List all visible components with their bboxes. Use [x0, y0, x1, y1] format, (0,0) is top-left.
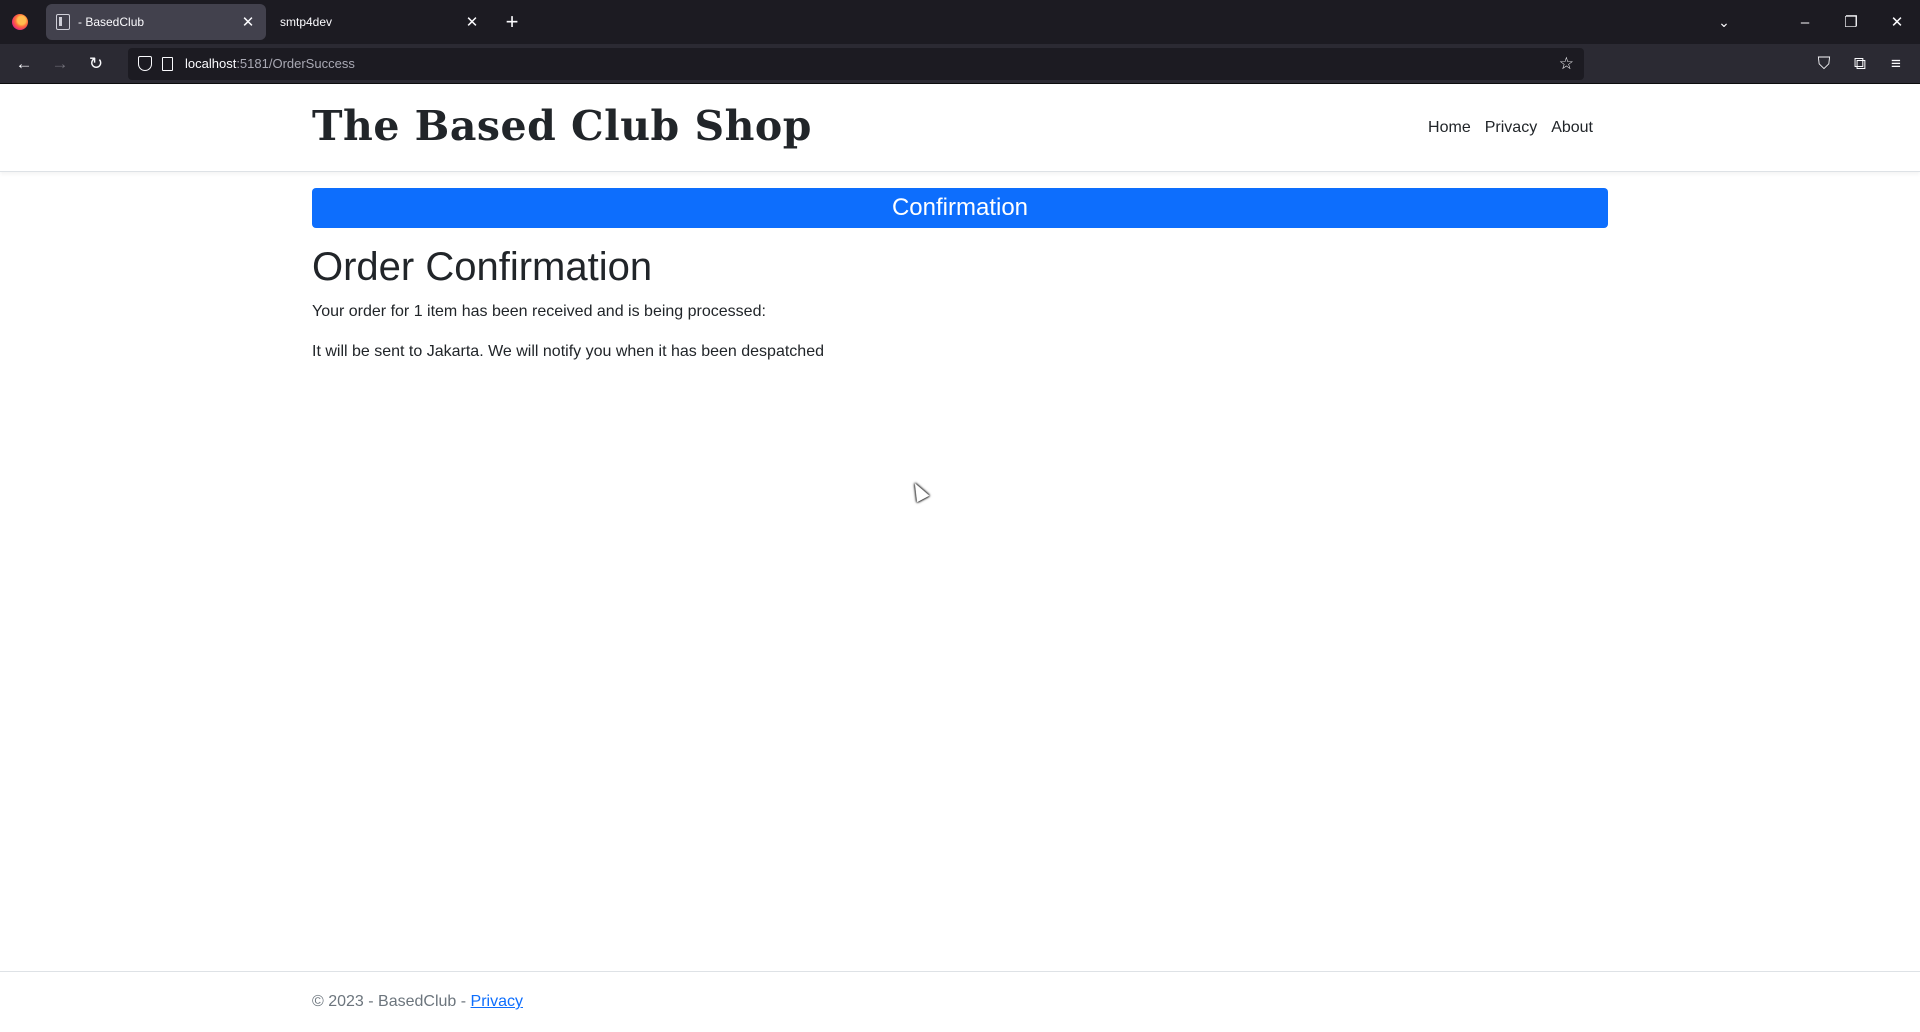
footer-copyright: © 2023 - BasedClub - — [312, 993, 471, 1010]
pocket-icon[interactable]: ⛉ — [1806, 48, 1842, 80]
toolbar-right: ⛉ ⧉ ≡ — [1806, 48, 1914, 80]
tab-basedclub[interactable]: - BasedClub ✕ — [46, 4, 266, 40]
browser-nav-bar: ← → ↻ localhost:5181/OrderSuccess ☆ ⛉ ⧉ … — [0, 44, 1920, 84]
site-header: The Based Club Shop Home Privacy About — [0, 85, 1920, 172]
page-content: The Based Club Shop Home Privacy About C… — [0, 85, 1920, 1032]
extensions-icon[interactable]: ⧉ — [1842, 48, 1878, 80]
bookmark-star-icon[interactable]: ☆ — [1559, 54, 1574, 74]
site-footer: © 2023 - BasedClub - Privacy — [0, 971, 1920, 1032]
tab-smtp4dev[interactable]: smtp4dev ✕ — [270, 4, 490, 40]
footer-text-wrap: © 2023 - BasedClub - Privacy — [312, 993, 523, 1011]
page-info-icon[interactable] — [162, 56, 173, 71]
page-favicon-icon — [56, 14, 70, 30]
nav-home-link[interactable]: Home — [1421, 119, 1478, 137]
tab-close-icon[interactable]: ✕ — [240, 13, 256, 31]
site-brand[interactable]: The Based Club Shop — [312, 102, 812, 150]
forward-icon[interactable]: → — [42, 48, 78, 80]
nav-about-link[interactable]: About — [1544, 119, 1600, 137]
page-title: Order Confirmation — [312, 245, 653, 289]
url-host: localhost — [185, 56, 237, 71]
restore-icon[interactable]: ❐ — [1828, 13, 1874, 31]
tracking-protection-icon[interactable] — [138, 56, 152, 71]
url-bar[interactable]: localhost:5181/OrderSuccess ☆ — [128, 47, 1584, 80]
footer-privacy-link[interactable]: Privacy — [471, 993, 523, 1010]
firefox-icon[interactable] — [0, 0, 40, 44]
tab-title: smtp4dev — [280, 15, 333, 29]
tab-close-icon[interactable]: ✕ — [464, 13, 480, 31]
site-nav: Home Privacy About — [1421, 119, 1600, 137]
browser-tab-bar: - BasedClub ✕ smtp4dev ✕ + ⌄ – ❐ ✕ — [0, 0, 1920, 44]
shipping-info-text: It will be sent to Jakarta. We will noti… — [312, 343, 824, 360]
list-all-tabs-icon[interactable]: ⌄ — [1704, 14, 1744, 31]
reload-icon[interactable]: ↻ — [78, 48, 114, 80]
confirmation-banner: Confirmation — [312, 188, 1608, 228]
minimize-icon[interactable]: – — [1782, 14, 1828, 31]
nav-privacy-link[interactable]: Privacy — [1478, 119, 1544, 137]
tab-title: - BasedClub — [78, 15, 145, 29]
url-path: :5181/OrderSuccess — [236, 56, 355, 71]
back-icon[interactable]: ← — [6, 48, 42, 80]
new-tab-button[interactable]: + — [496, 6, 528, 38]
close-window-icon[interactable]: ✕ — [1874, 13, 1920, 31]
app-menu-icon[interactable]: ≡ — [1878, 48, 1914, 80]
order-received-text: Your order for 1 item has been received … — [312, 303, 766, 320]
